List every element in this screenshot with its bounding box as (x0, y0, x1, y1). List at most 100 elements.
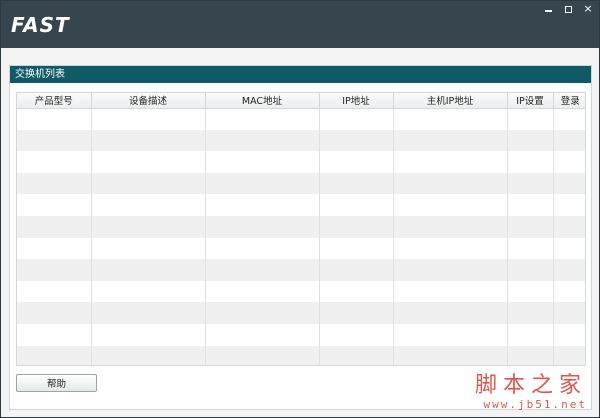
table-cell (393, 345, 508, 365)
table-row[interactable] (17, 129, 585, 152)
watermark-main: 脚本之家 (474, 373, 587, 398)
table-row[interactable] (17, 280, 585, 303)
table-row[interactable] (17, 302, 585, 324)
content-area: 交换机列表 产品型号 设备描述 MAC地址 IP地址 主机IP地址 IP设置 登… (1, 48, 599, 417)
table-cell (91, 215, 206, 238)
window-controls: × (541, 3, 595, 17)
minimize-button[interactable] (541, 3, 555, 17)
table-row[interactable] (17, 151, 585, 173)
minimize-icon (544, 10, 552, 12)
switch-table: 产品型号 设备描述 MAC地址 IP地址 主机IP地址 IP设置 登录 (16, 92, 586, 366)
table-cell (91, 280, 206, 303)
table-cell (553, 280, 585, 303)
table-cell (205, 129, 320, 152)
table-cell (91, 151, 206, 173)
table-row[interactable] (17, 237, 585, 260)
table-cell (91, 194, 206, 216)
table-row[interactable] (17, 323, 585, 346)
col-header-model[interactable]: 产品型号 (17, 93, 92, 109)
table-cell (91, 323, 206, 346)
table-cell (205, 323, 320, 346)
table-cell (17, 108, 92, 130)
table-cell (393, 215, 508, 238)
table-cell (319, 194, 394, 216)
table-cell (393, 259, 508, 281)
table-cell (393, 129, 508, 152)
table-cell (205, 151, 320, 173)
col-header-ip[interactable]: IP地址 (319, 93, 394, 109)
table-cell (319, 259, 394, 281)
table-cell (393, 237, 508, 260)
table-cell (393, 302, 508, 324)
watermark-url: www.jb51.net (483, 398, 587, 411)
title-bar[interactable]: FAST × (1, 1, 599, 48)
table-cell (393, 280, 508, 303)
table-cell (17, 323, 92, 346)
col-header-mac[interactable]: MAC地址 (205, 93, 320, 109)
table-cell (17, 280, 92, 303)
table-cell (17, 345, 92, 365)
table-cell (91, 302, 206, 324)
table-cell (205, 302, 320, 324)
site-watermark: 脚本之家 www.jb51.net (474, 373, 587, 412)
table-cell (393, 172, 508, 195)
table-cell (319, 345, 394, 365)
table-cell (553, 302, 585, 324)
col-header-description[interactable]: 设备描述 (91, 93, 206, 109)
table-row[interactable] (17, 215, 585, 238)
panel-title: 交换机列表 (10, 66, 591, 83)
table-cell (553, 151, 585, 173)
table-cell (507, 215, 554, 238)
table-cell (319, 129, 394, 152)
table-cell (393, 108, 508, 130)
table-cell (553, 215, 585, 238)
table-row[interactable] (17, 259, 585, 281)
table-cell (17, 237, 92, 260)
table-cell (17, 129, 92, 152)
table-cell (507, 345, 554, 365)
table-cell (553, 194, 585, 216)
maximize-button[interactable] (561, 3, 575, 17)
table-cell (205, 280, 320, 303)
table-cell (393, 323, 508, 346)
table-cell (319, 302, 394, 324)
table-cell (319, 151, 394, 173)
table-cell (507, 259, 554, 281)
table-cell (319, 108, 394, 130)
table-cell (91, 172, 206, 195)
table-cell (507, 172, 554, 195)
table-cell (507, 194, 554, 216)
table-cell (507, 237, 554, 260)
table-cell (91, 345, 206, 365)
table-cell (205, 172, 320, 195)
table-cell (17, 151, 92, 173)
table-row[interactable] (17, 172, 585, 195)
close-button[interactable]: × (581, 3, 595, 17)
col-header-login[interactable]: 登录 (553, 93, 585, 109)
table-cell (553, 259, 585, 281)
col-header-host-ip[interactable]: 主机IP地址 (393, 93, 508, 109)
table-cell (205, 108, 320, 130)
table-cell (393, 194, 508, 216)
table-row[interactable] (17, 345, 585, 365)
table-row[interactable] (17, 108, 585, 130)
table-cell (17, 259, 92, 281)
table-cell (319, 280, 394, 303)
table-cell (393, 151, 508, 173)
maximize-icon (564, 6, 572, 13)
col-header-ip-settings[interactable]: IP设置 (507, 93, 554, 109)
fast-logo: FAST (11, 13, 70, 37)
table-cell (507, 108, 554, 130)
table-cell (507, 280, 554, 303)
table-cell (553, 172, 585, 195)
table-cell (205, 215, 320, 238)
table-cell (553, 108, 585, 130)
table-cell (205, 194, 320, 216)
table-cell (553, 237, 585, 260)
table-cell (319, 215, 394, 238)
table-header-row: 产品型号 设备描述 MAC地址 IP地址 主机IP地址 IP设置 登录 (17, 93, 585, 109)
table-cell (507, 323, 554, 346)
help-button[interactable]: 帮助 (16, 374, 97, 392)
table-row[interactable] (17, 194, 585, 216)
table-cell (17, 194, 92, 216)
